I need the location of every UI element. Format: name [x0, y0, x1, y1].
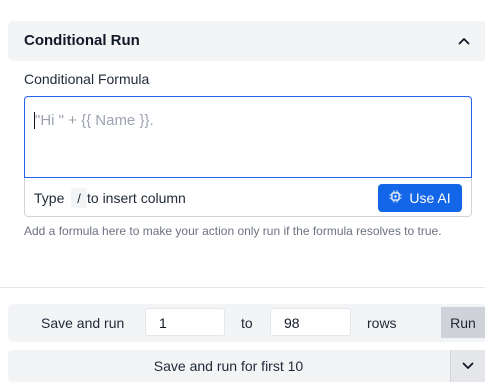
to-row-input[interactable]: 98 — [270, 308, 351, 336]
use-ai-button[interactable]: Use AI — [378, 184, 462, 212]
from-row-input[interactable]: 1 — [145, 308, 225, 336]
divider — [0, 287, 485, 288]
chevron-down-icon[interactable] — [450, 350, 485, 382]
save-and-run-first-button[interactable]: Save and run for first 10 — [8, 350, 485, 382]
helper-text: Add a formula here to make your action o… — [24, 224, 442, 238]
to-label: to — [241, 315, 253, 331]
formula-input[interactable]: "Hi " + {{ Name }}. — [24, 96, 472, 178]
section-header[interactable]: Conditional Run — [8, 21, 485, 61]
hint-prefix: Type — [34, 190, 65, 206]
formula-toolbar: Type / to insert column Use AI — [25, 179, 472, 217]
formula-label: Conditional Formula — [24, 71, 150, 87]
chevron-up-icon[interactable] — [457, 34, 471, 48]
formula-editor: "Hi " + {{ Name }}. Type / to insert col… — [24, 96, 472, 217]
slash-key-badge: / — [71, 188, 87, 208]
run-range-bar: Save and run 1 to 98 rows Run — [8, 304, 485, 342]
conditional-run-panel: Conditional Run Conditional Formula "Hi … — [0, 0, 485, 384]
save-and-run-first-label: Save and run for first 10 — [153, 358, 304, 374]
run-button[interactable]: Run — [441, 307, 485, 338]
rows-label: rows — [367, 315, 397, 331]
use-ai-label: Use AI — [409, 190, 451, 206]
section-title: Conditional Run — [24, 32, 140, 49]
hint-suffix: to insert column — [87, 190, 186, 206]
formula-placeholder: "Hi " + {{ Name }}. — [35, 112, 154, 129]
save-and-run-label: Save and run — [41, 315, 125, 331]
sparkle-chip-icon — [389, 190, 402, 206]
